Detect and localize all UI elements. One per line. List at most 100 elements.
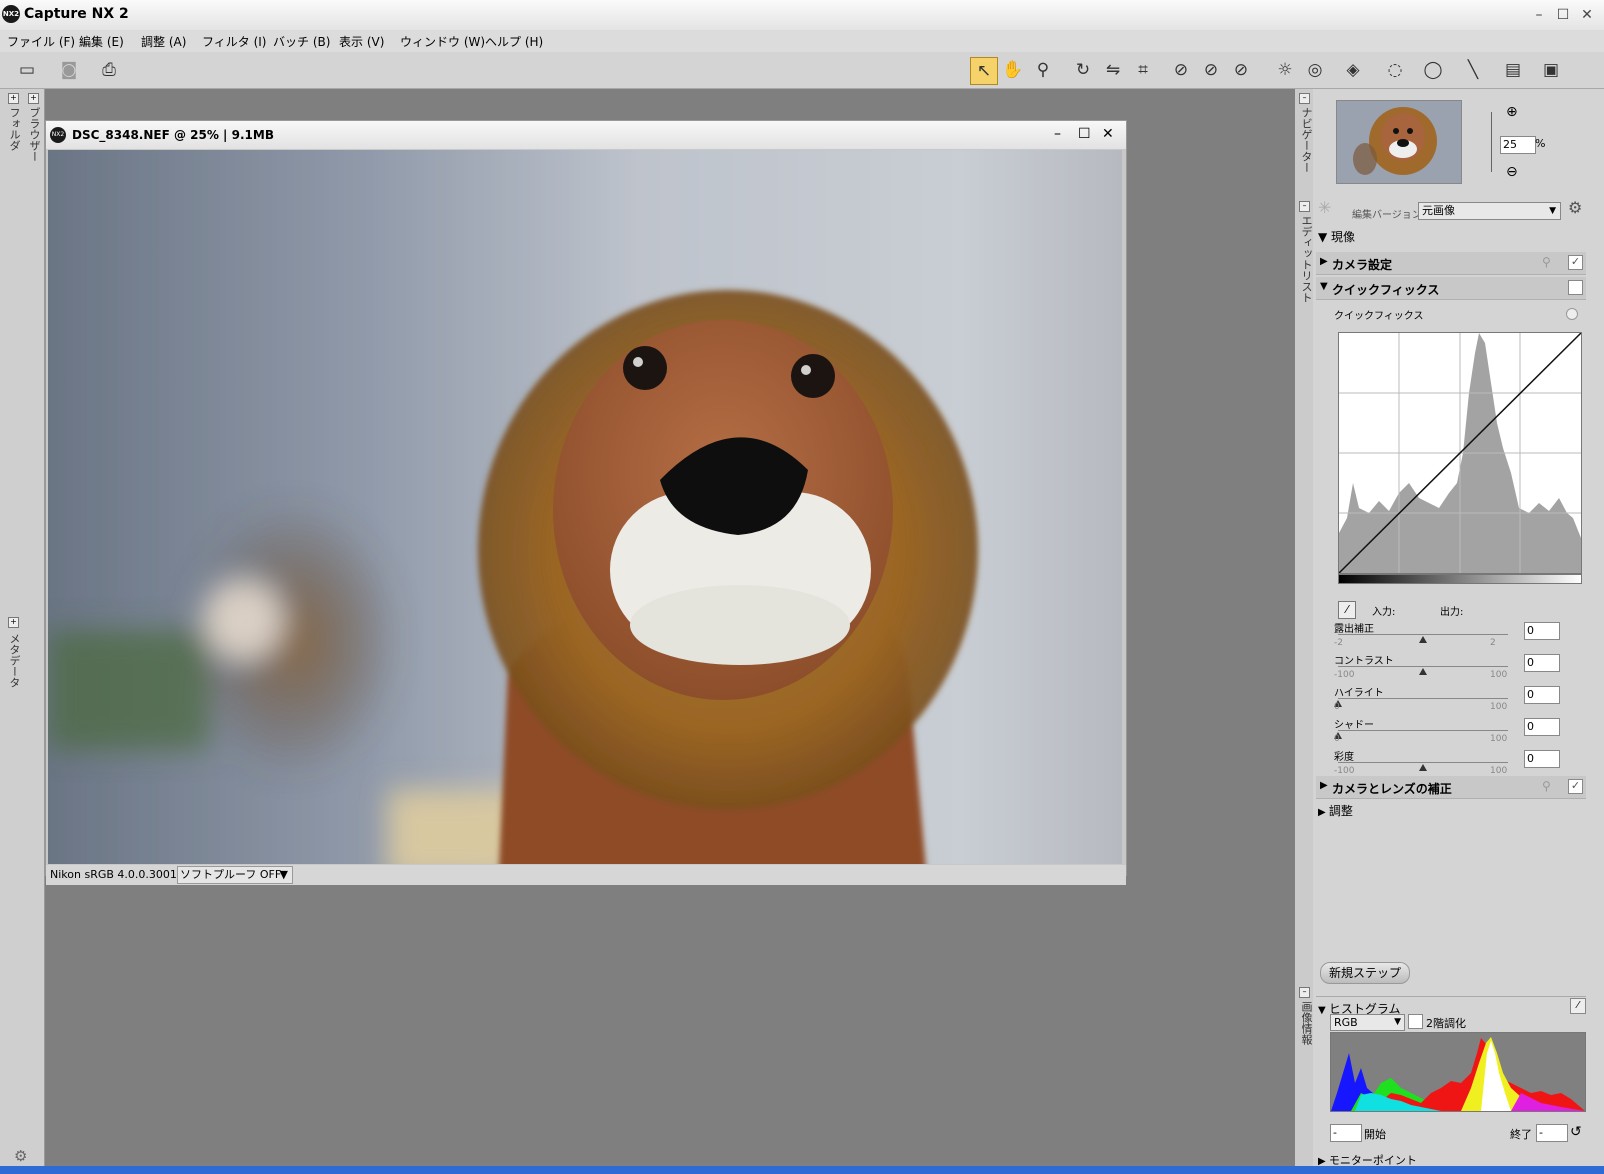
develop-section[interactable]: ▼ 現像 [1318, 228, 1355, 245]
camera-lens-checkbox[interactable]: ✓ [1568, 779, 1583, 794]
camera-settings-checkbox[interactable]: ✓ [1568, 255, 1583, 270]
menu-file[interactable]: ファイル (F) [7, 33, 75, 50]
camera-lens-row[interactable]: ▶ カメラとレンズの補正 ⚲ ✓ [1316, 776, 1586, 799]
zoom-slider-track[interactable] [1491, 112, 1492, 172]
slider-thumb[interactable] [1419, 668, 1427, 675]
red-eye-icon[interactable]: ☼ [1272, 57, 1298, 83]
zoom-in-icon[interactable]: ⊕ [1506, 104, 1518, 120]
slider-value-field[interactable]: 0 [1524, 686, 1560, 704]
curve-editor[interactable] [1338, 332, 1582, 574]
menu-window[interactable]: ウィンドウ (W) [400, 33, 485, 50]
slider-max-label: 100 [1490, 670, 1508, 680]
app-titlebar: NX2 Capture NX 2 – ☐ ✕ [0, 0, 1604, 31]
marquee-tool-icon[interactable]: ◯ [1420, 57, 1446, 83]
tab-metadata[interactable]: メタデータ [6, 633, 22, 688]
slider-thumb[interactable] [1419, 636, 1427, 643]
slider-value-field[interactable]: 0 [1524, 750, 1560, 768]
tab-navigator[interactable]: ナビゲーター [1298, 107, 1314, 173]
gradation-checkbox[interactable] [1408, 1014, 1423, 1029]
link-icon[interactable]: ⚲ [1542, 779, 1551, 793]
editlist-collapse-icon[interactable]: – [1299, 201, 1310, 212]
camera-settings-row[interactable]: ▶ カメラ設定 ⚲ ✓ [1316, 252, 1586, 275]
metadata-expand-icon[interactable]: + [8, 617, 19, 628]
tab-image-info[interactable]: 画像情報 [1298, 1001, 1314, 1045]
slider-track[interactable] [1338, 634, 1508, 635]
end-field[interactable]: - [1536, 1124, 1568, 1142]
image-status-bar: Nikon sRGB 4.0.0.3001 ソフトプルーフ OFF ▼ [46, 865, 1126, 885]
slider-max-label: 100 [1490, 766, 1508, 776]
start-field[interactable]: - [1330, 1124, 1362, 1142]
image-title: DSC_8348.NEF @ 25% | 9.1MB [72, 128, 274, 142]
slider-track[interactable] [1338, 730, 1508, 731]
new-step-button[interactable]: 新規ステップ [1320, 962, 1411, 984]
menu-edit[interactable]: 編集 (E) [79, 33, 124, 50]
image-window-titlebar[interactable]: NX2 DSC_8348.NEF @ 25% | 9.1MB – ☐ ✕ [46, 121, 1126, 149]
settings-gear-icon[interactable]: ⚙ [14, 1147, 27, 1165]
quick-fix-checkbox[interactable] [1568, 280, 1583, 295]
photo-canvas[interactable] [48, 150, 1122, 864]
maximize-button[interactable]: ☐ [1554, 6, 1572, 24]
lasso-tool-icon[interactable]: ◌ [1382, 57, 1408, 83]
tab-edit-list[interactable]: エディットリスト [1298, 215, 1314, 303]
crop-tool-icon[interactable]: ⌗ [1130, 57, 1156, 83]
adjust-section[interactable]: ▶ 調整 [1318, 802, 1353, 819]
fill-tool-icon[interactable]: ▣ [1538, 57, 1564, 83]
neutral-point-icon[interactable]: ⊘ [1198, 57, 1224, 83]
menu-help[interactable]: ヘルプ (H) [485, 33, 543, 50]
menu-view[interactable]: 表示 (V) [339, 33, 384, 50]
tab-browser[interactable]: ブラウザー [26, 107, 42, 162]
slider-value-field[interactable]: 0 [1524, 622, 1560, 640]
output-icon[interactable]: ⎙ [96, 57, 122, 83]
selection-brush-icon[interactable]: ╲ [1460, 57, 1486, 83]
slider-thumb[interactable] [1419, 764, 1427, 771]
browser-expand-icon[interactable]: + [28, 93, 39, 104]
direct-select-tool-icon[interactable]: ↖ [970, 57, 998, 85]
triangle-right-icon: ▶ [1320, 256, 1328, 267]
white-point-icon[interactable]: ⊘ [1228, 57, 1254, 83]
soft-proof-dropdown[interactable]: ソフトプルーフ OFF ▼ [177, 866, 293, 884]
slider-track[interactable] [1338, 762, 1508, 763]
curve-pencil-icon[interactable]: ⁄ [1338, 601, 1356, 619]
slider-value-field[interactable]: 0 [1524, 718, 1560, 736]
tab-folder[interactable]: フォルダ [6, 107, 22, 151]
imageinfo-collapse-icon[interactable]: – [1299, 987, 1310, 998]
camera-icon[interactable]: ◙ [56, 57, 82, 83]
navigator-collapse-icon[interactable]: – [1299, 93, 1310, 104]
zoom-out-icon[interactable]: ⊖ [1506, 164, 1518, 180]
slider-value-field[interactable]: 0 [1524, 654, 1560, 672]
version-label: 編集バージョン [1352, 210, 1422, 221]
folder-expand-icon[interactable]: + [8, 93, 19, 104]
rotate-tool-icon[interactable]: ↻ [1070, 57, 1096, 83]
eye-icon[interactable]: ◎ [1302, 57, 1328, 83]
layout-icon[interactable]: ▭ [14, 57, 40, 83]
zoom-field[interactable]: 25 [1500, 136, 1536, 154]
slider-min-label: -2 [1334, 638, 1343, 648]
navigator-thumbnail[interactable] [1336, 100, 1462, 184]
hand-tool-icon[interactable]: ✋ [1000, 57, 1026, 83]
image-maximize-button[interactable]: ☐ [1078, 126, 1091, 142]
image-window: NX2 DSC_8348.NEF @ 25% | 9.1MB – ☐ ✕ Nik… [45, 120, 1127, 885]
slider-track[interactable] [1338, 666, 1508, 667]
version-dropdown[interactable]: 元画像 ▼ [1418, 202, 1561, 220]
zoom-tool-icon[interactable]: ⚲ [1030, 57, 1056, 83]
menu-filter[interactable]: フィルタ (I) [202, 33, 266, 50]
slider-label: 露出補正 [1334, 624, 1374, 635]
channel-dropdown[interactable]: RGB ▼ [1330, 1014, 1405, 1031]
straighten-tool-icon[interactable]: ⇋ [1100, 57, 1126, 83]
histogram-eyedropper-icon[interactable]: ⁄ [1570, 998, 1586, 1014]
close-button[interactable]: ✕ [1578, 6, 1596, 24]
slider-track[interactable] [1338, 698, 1508, 699]
minimize-button[interactable]: – [1530, 6, 1548, 24]
black-point-icon[interactable]: ⊘ [1168, 57, 1194, 83]
reset-icon[interactable]: ↺ [1570, 1124, 1582, 1140]
image-minimize-button[interactable]: – [1054, 126, 1061, 142]
menu-batch[interactable]: バッチ (B) [273, 33, 330, 50]
retouch-brush-icon[interactable]: ◈ [1340, 57, 1366, 83]
edit-list-gear-icon[interactable]: ⚙ [1568, 198, 1582, 217]
menu-adjust[interactable]: 調整 (A) [141, 33, 186, 50]
quick-fix-row[interactable]: ▼ クイックフィックス [1316, 277, 1586, 300]
quick-fix-radio[interactable] [1566, 308, 1578, 320]
link-icon[interactable]: ⚲ [1542, 255, 1551, 269]
image-close-button[interactable]: ✕ [1102, 126, 1114, 142]
gradient-tool-icon[interactable]: ▤ [1500, 57, 1526, 83]
